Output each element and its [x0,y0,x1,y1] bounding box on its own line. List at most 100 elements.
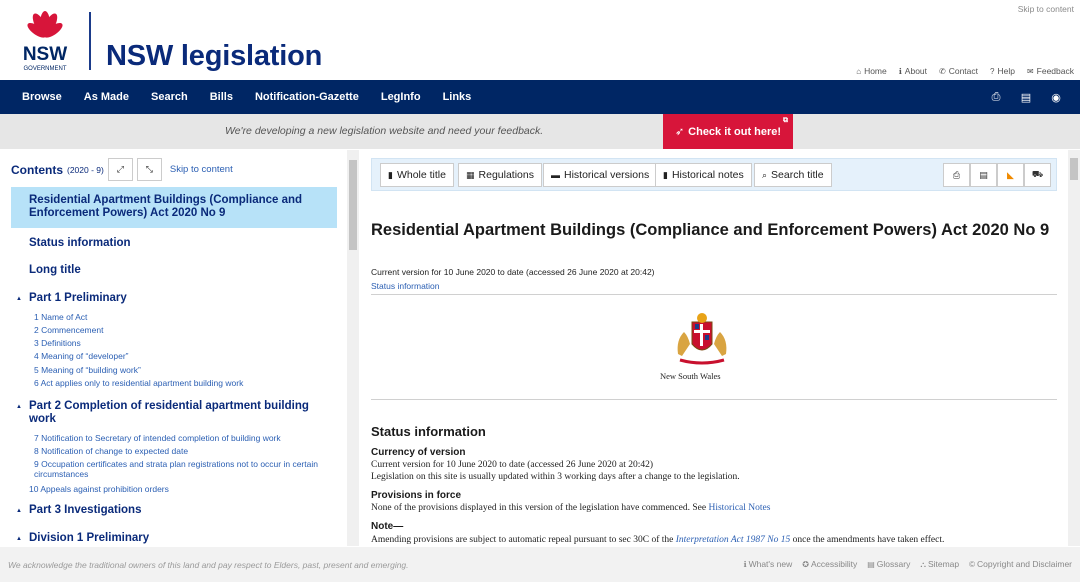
table-of-contents: Contents (2020 - 9) ⤢ ⤡ Skip to content … [0,150,347,546]
util-link-contact[interactable]: ✆ Contact [939,66,978,76]
toc-skip-link[interactable]: Skip to content [170,164,233,175]
legislation-content: ▮ Whole title ▦ Regulations ▬ Historical… [360,150,1068,546]
collapse-icon[interactable]: ⤡ [136,158,162,181]
status-information-heading: Status information [371,424,486,439]
toc-part-2[interactable]: Part 2 Completion of residential apartme… [16,400,329,426]
util-link-help[interactable]: ? Help [990,66,1015,76]
footer-link-sitemap[interactable]: ⛬ Sitemap [920,559,959,570]
toc-section-4[interactable]: 4 Meaning of “developer” [34,351,129,361]
util-link-label: Home [864,66,887,76]
search-title-label: Search title [771,169,824,181]
nsw-government-logo[interactable]: NSW GOVERNMENT [14,8,76,74]
regulations-button[interactable]: ▦ Regulations [458,163,542,187]
expand-icon[interactable]: ⤢ [107,158,133,181]
footer-link-what-s-new[interactable]: ℹ What's new [744,559,793,570]
whole-title-button[interactable]: ▮ Whole title [380,163,454,187]
currency-line-2: Legislation on this site is usually upda… [371,472,740,482]
rocket-icon: ➶ [674,126,685,138]
provisions-text-row: None of the provisions displayed in this… [371,502,770,514]
note-text-post: once the amendments have taken effect. [792,535,945,545]
toc-section-8[interactable]: 8 Notification of change to expected dat… [34,446,188,456]
print-icon[interactable]: ▤ [1020,91,1032,104]
util-link-label: Feedback [1036,66,1074,76]
toc-division-1[interactable]: Division 1 Preliminary [16,532,149,546]
user-icon[interactable]: ◉ [1050,91,1062,104]
toc-section-6[interactable]: 6 Act applies only to residential apartm… [34,378,243,388]
nav-bills[interactable]: Bills [199,91,244,103]
content-scrollbar[interactable] [1068,150,1080,546]
nav-links[interactable]: Links [432,91,483,103]
skip-to-content-link[interactable]: Skip to content [1018,4,1074,14]
currency-line-1: Current version for 10 June 2020 to date… [371,460,654,470]
regulations-label: Regulations [478,169,534,181]
check-it-out-button[interactable]: ➶ Check it out here! ⧉ [663,114,793,149]
toc-section-2[interactable]: 2 Commencement [34,325,103,335]
rss-icon[interactable]: ◣ [997,163,1024,187]
pdf-icon[interactable]: ⎙ [943,163,970,187]
content-scrollbar-thumb[interactable] [1070,158,1078,180]
toc-section-7[interactable]: 7 Notification to Secretary of intended … [34,433,281,443]
toc-item-act-title[interactable]: Residential Apartment Buildings (Complia… [11,187,337,228]
footer-link-label: Copyright and Disclaimer [977,559,1072,569]
word-doc-icon[interactable]: ▤ [970,163,997,187]
provisions-text: None of the provisions displayed in this… [371,503,707,513]
util-link-feedback[interactable]: ✉ Feedback [1027,66,1074,76]
phone-icon: ✆ [939,66,946,76]
current-version-text: Current version for 10 June 2020 to date… [371,267,655,277]
toc-section-10[interactable]: 10 Appeals against prohibition orders [29,484,169,494]
title-toolbar: ▮ Whole title ▦ Regulations ▬ Historical… [371,158,1057,191]
feedback-banner: We're developing a new legislation websi… [0,114,1080,149]
note-text-row: Amending provisions are subject to autom… [371,534,944,546]
acknowledgement-text: We acknowledge the traditional owners of… [8,560,409,570]
toc-header: Contents (2020 - 9) ⤢ ⤡ Skip to content [11,158,233,181]
site-footer: We acknowledge the traditional owners of… [0,547,1080,582]
historical-notes-link[interactable]: Historical Notes [708,503,770,513]
check-it-out-label: Check it out here! [688,125,782,138]
act-title: Residential Apartment Buildings (Complia… [371,221,1050,239]
truck-icon[interactable]: ⛟ [1024,163,1051,187]
footer-link-glossary[interactable]: ▤ Glossary [867,559,910,570]
pdf-icon[interactable]: ⎙ [990,91,1002,104]
util-link-label: Contact [948,66,979,76]
toc-item-long-title[interactable]: Long title [29,264,81,277]
nav-leginfo[interactable]: LegInfo [370,91,432,103]
search-title-button[interactable]: ⌕ Search title [754,163,832,187]
toc-section-5[interactable]: 5 Meaning of “building work” [34,365,141,375]
book-icon: ▮ [388,169,393,180]
status-information-link[interactable]: Status information [371,281,440,291]
toc-section-9[interactable]: 9 Occupation certificates and strata pla… [34,459,324,479]
util-link-about[interactable]: ℹ About [899,66,927,76]
toc-section-3[interactable]: 3 Definitions [34,338,81,348]
toc-part-1[interactable]: Part 1 Preliminary [16,292,127,306]
currency-heading: Currency of version [371,447,466,458]
nav-search[interactable]: Search [140,91,199,103]
nav-icons: ⎙ ▤ ◉ [990,80,1062,114]
nav-browse[interactable]: Browse [0,91,73,103]
footer-link-accessibility[interactable]: ✪ Accessibility [802,559,857,570]
footer-links: ℹ What's new ✪ Accessibility ▤ Glossary ⛬ Sitem… [744,559,1072,570]
external-link-icon: ⧉ [783,117,788,124]
toc-subtitle: (2020 - 9) [67,164,104,175]
site-title[interactable]: NSW legislation [106,40,322,73]
interpretation-act-link[interactable]: Interpretation Act 1987 No 15 [676,535,791,545]
site-header: NSW GOVERNMENT NSW legislation Skip to c… [0,0,1080,80]
utility-links: ⌂ Home ℹ About ✆ Contact ? Help ✉ Feedback [856,66,1074,76]
banner-text: We're developing a new legislation websi… [225,125,544,137]
toc-part-3[interactable]: Part 3 Investigations [16,504,142,518]
logo-word: NSW [23,44,67,65]
whole-title-label: Whole title [396,169,446,181]
coat-of-arms-caption: New South Wales [660,371,721,381]
toc-section-1[interactable]: 1 Name of Act [34,312,87,322]
footer-link-copyright-and-disclaimer[interactable]: © Copyright and Disclaimer [969,559,1072,570]
toc-scrollbar-thumb[interactable] [349,160,357,250]
note-text-pre: Amending provisions are subject to autom… [371,535,674,545]
toc-scrollbar[interactable] [347,150,359,546]
util-link-home[interactable]: ⌂ Home [856,66,887,76]
nav-notification-gazette[interactable]: Notification-Gazette [244,91,370,103]
divider [371,399,1057,400]
nav-as-made[interactable]: As Made [73,91,140,103]
historical-notes-button[interactable]: ▮ Historical notes [655,163,752,187]
toc-item-status-information[interactable]: Status information [29,237,131,250]
main-navigation: Browse As Made Search Bills Notification… [0,80,1080,114]
historical-versions-button[interactable]: ▬ Historical versions [543,163,658,187]
